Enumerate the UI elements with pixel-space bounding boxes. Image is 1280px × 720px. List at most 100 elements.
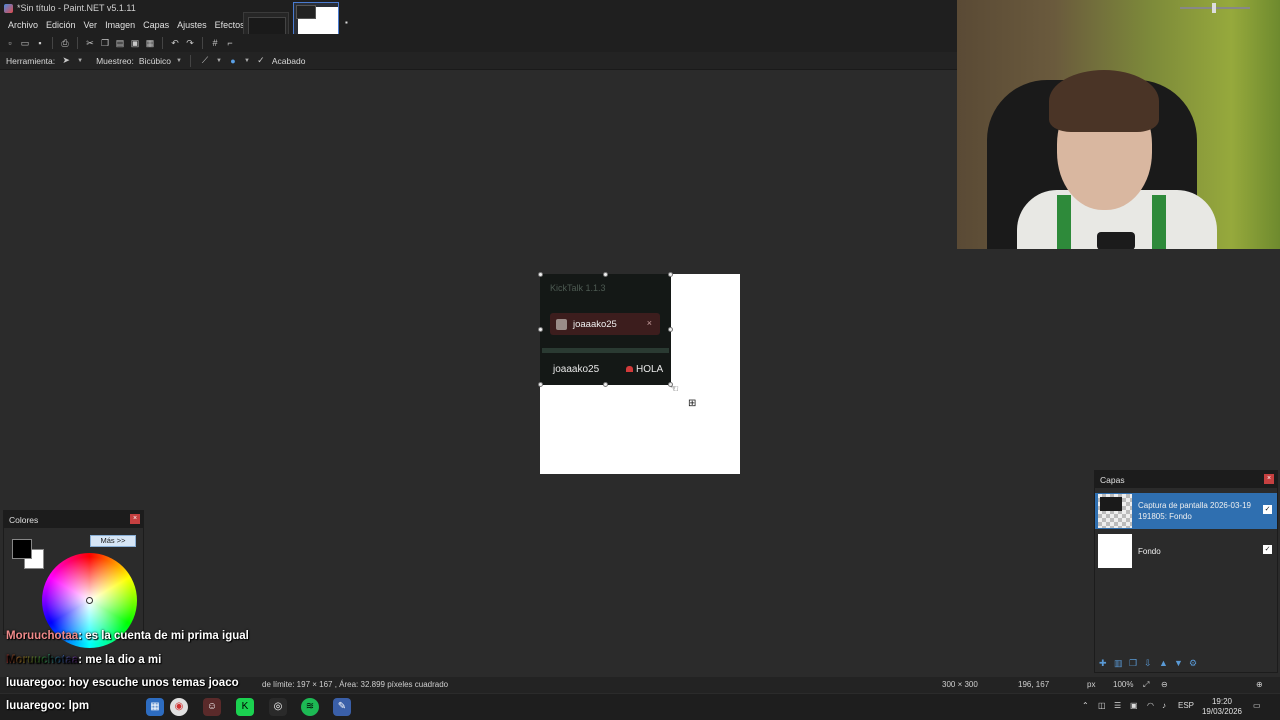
spotify-icon[interactable]: ≋ xyxy=(301,698,319,716)
menu-capas[interactable]: Capas xyxy=(139,16,173,34)
selection-handle[interactable] xyxy=(603,382,608,387)
layer-visibility-checkbox[interactable]: ✓ xyxy=(1263,505,1272,514)
cut-icon[interactable]: ✂ xyxy=(84,37,96,49)
selection-handle[interactable] xyxy=(603,272,608,277)
move-layer-down-icon[interactable]: ▼ xyxy=(1174,658,1184,668)
primary-color-swatch[interactable] xyxy=(12,539,32,559)
color-picker-marker[interactable] xyxy=(86,597,93,604)
menu-archivo[interactable]: Archivo xyxy=(4,16,42,34)
close-icon[interactable]: × xyxy=(1264,474,1274,484)
toolbar-separator xyxy=(189,54,191,67)
ruler-icon[interactable]: ⌐ xyxy=(224,37,236,49)
avatar xyxy=(556,318,567,330)
image-size: 300 × 300 xyxy=(942,680,978,689)
toolbar-separator xyxy=(162,37,163,49)
chat-username: luuaregoo xyxy=(6,677,62,689)
obs-icon[interactable]: ◎ xyxy=(269,698,287,716)
tab-thumbnail-overlay xyxy=(296,5,316,19)
checkmark-icon[interactable]: ✓ xyxy=(255,55,267,67)
blend-mode-icon[interactable]: ● xyxy=(227,55,239,67)
zoom-fit-icon[interactable]: ⤢ xyxy=(1143,680,1149,690)
webcam-shirt-stripe xyxy=(1057,195,1071,249)
menu-ajustes[interactable]: Ajustes xyxy=(173,16,211,34)
store-icon[interactable]: ▦ xyxy=(146,698,164,716)
menu-edicion[interactable]: Edición xyxy=(42,16,80,34)
move-cursor-icon: ⊞ xyxy=(688,398,697,409)
antialias-icon[interactable]: ⟋ xyxy=(199,55,211,67)
tab-close-icon[interactable]: ▪ xyxy=(345,19,351,27)
paintnet-app-icon xyxy=(4,3,13,13)
menu-imagen[interactable]: Imagen xyxy=(101,16,139,34)
tray-icon[interactable]: ◫ xyxy=(1098,701,1106,710)
layer-properties-icon[interactable]: ⚙ xyxy=(1189,658,1199,668)
menu-bar: Archivo Edición Ver Imagen Capas Ajustes… xyxy=(0,16,957,34)
deselect-icon[interactable]: ▦ xyxy=(144,37,156,49)
kicktalk-title: KickTalk 1.1.3 xyxy=(550,283,606,293)
language-indicator[interactable]: ESP xyxy=(1178,701,1194,710)
kick-icon[interactable]: K xyxy=(236,698,254,716)
chevron-down-icon[interactable]: ▼ xyxy=(77,58,83,64)
selection-handle[interactable] xyxy=(538,272,543,277)
delete-layer-icon[interactable]: ▥ xyxy=(1114,658,1124,668)
copy-icon[interactable]: ❐ xyxy=(99,37,111,49)
move-layer-up-icon[interactable]: ▲ xyxy=(1159,658,1169,668)
menu-ver[interactable]: Ver xyxy=(80,16,102,34)
print-icon[interactable]: ⎙ xyxy=(59,37,71,49)
add-layer-icon[interactable]: ✚ xyxy=(1099,658,1109,668)
discord-icon[interactable]: ☺ xyxy=(203,698,221,716)
finish-button[interactable]: Acabado xyxy=(272,56,306,66)
duplicate-layer-icon[interactable]: ❐ xyxy=(1129,658,1139,668)
selection-handle[interactable] xyxy=(668,272,673,277)
layer-thumbnail xyxy=(1098,534,1132,568)
pasted-selection[interactable]: KickTalk 1.1.3 joaaako25 × joaaako25 HOL… xyxy=(540,274,671,385)
selection-handle[interactable] xyxy=(538,382,543,387)
layer-row-screenshot[interactable]: Captura de pantalla 2026-03-19 191805: F… xyxy=(1095,493,1277,529)
wifi-icon[interactable]: ◠ xyxy=(1147,701,1154,710)
close-icon: × xyxy=(646,318,652,328)
volume-icon[interactable]: ♪ xyxy=(1162,701,1166,710)
sampling-select[interactable]: Bicúbico xyxy=(139,56,171,66)
chrome-icon[interactable]: ◉ xyxy=(170,698,188,716)
undo-icon[interactable]: ↶ xyxy=(169,37,181,49)
redo-icon[interactable]: ↷ xyxy=(184,37,196,49)
chevron-up-icon[interactable]: ⌃ xyxy=(1082,701,1089,710)
save-icon[interactable]: ▪ xyxy=(34,37,46,49)
chevron-down-icon[interactable]: ▼ xyxy=(176,58,182,64)
zoom-out-icon[interactable]: ⊖ xyxy=(1161,680,1168,689)
grid-icon[interactable]: # xyxy=(209,37,221,49)
chat-text: : es la cuenta de mi prima igual xyxy=(78,630,249,642)
layer-name: Fondo xyxy=(1138,546,1161,556)
taskbar-clock[interactable]: 19:20 19/03/2026 xyxy=(1202,697,1242,717)
open-file-icon[interactable]: ▭ xyxy=(19,37,31,49)
chat-message: Moruuchotaa: me la dio a mi xyxy=(6,654,161,666)
unit-select[interactable]: px xyxy=(1087,680,1095,689)
chevron-down-icon[interactable]: ▼ xyxy=(216,58,222,64)
merge-layer-icon[interactable]: ⇩ xyxy=(1144,658,1154,668)
cursor-position: 196, 167 xyxy=(1018,680,1050,689)
tray-icon[interactable]: ▣ xyxy=(1130,701,1138,710)
paintnet-taskbar-icon[interactable]: ✎ xyxy=(333,698,351,716)
toolbar: ▫ ▭ ▪ ⎙ ✂ ❐ ▤ ▣ ▦ ↶ ↷ # ⌐ xyxy=(0,34,240,52)
zoom-slider-knob[interactable] xyxy=(1212,3,1216,13)
zoom-value[interactable]: 100% xyxy=(1113,680,1133,689)
toolbar-separator xyxy=(77,37,78,49)
network-icon[interactable]: ☰ xyxy=(1114,701,1121,710)
zoom-in-icon[interactable]: ⊕ xyxy=(1256,680,1263,689)
more-colors-button[interactable]: Más >> xyxy=(90,535,136,547)
move-selection-tool-icon[interactable]: ➤ xyxy=(60,55,72,67)
webcam-overlay xyxy=(957,0,1280,249)
paste-icon[interactable]: ▤ xyxy=(114,37,126,49)
crop-icon[interactable]: ▣ xyxy=(129,37,141,49)
notification-icon[interactable]: ▭ xyxy=(1253,701,1261,710)
colors-panel-header: Colores × xyxy=(4,511,143,528)
selection-handle[interactable] xyxy=(538,327,543,332)
chat-username: Moruuchotaa xyxy=(6,630,79,642)
new-file-icon[interactable]: ▫ xyxy=(4,37,16,49)
selection-handle[interactable] xyxy=(668,327,673,332)
chevron-down-icon[interactable]: ▼ xyxy=(244,58,250,64)
layer-visibility-checkbox[interactable]: ✓ xyxy=(1263,545,1272,554)
layer-row-fondo[interactable]: Fondo ✓ xyxy=(1095,533,1277,569)
chat-username: luuaregoo xyxy=(6,700,62,712)
chat-message: luuaregoo: hoy escuche unos temas joaco xyxy=(6,677,239,689)
close-icon[interactable]: × xyxy=(130,514,140,524)
